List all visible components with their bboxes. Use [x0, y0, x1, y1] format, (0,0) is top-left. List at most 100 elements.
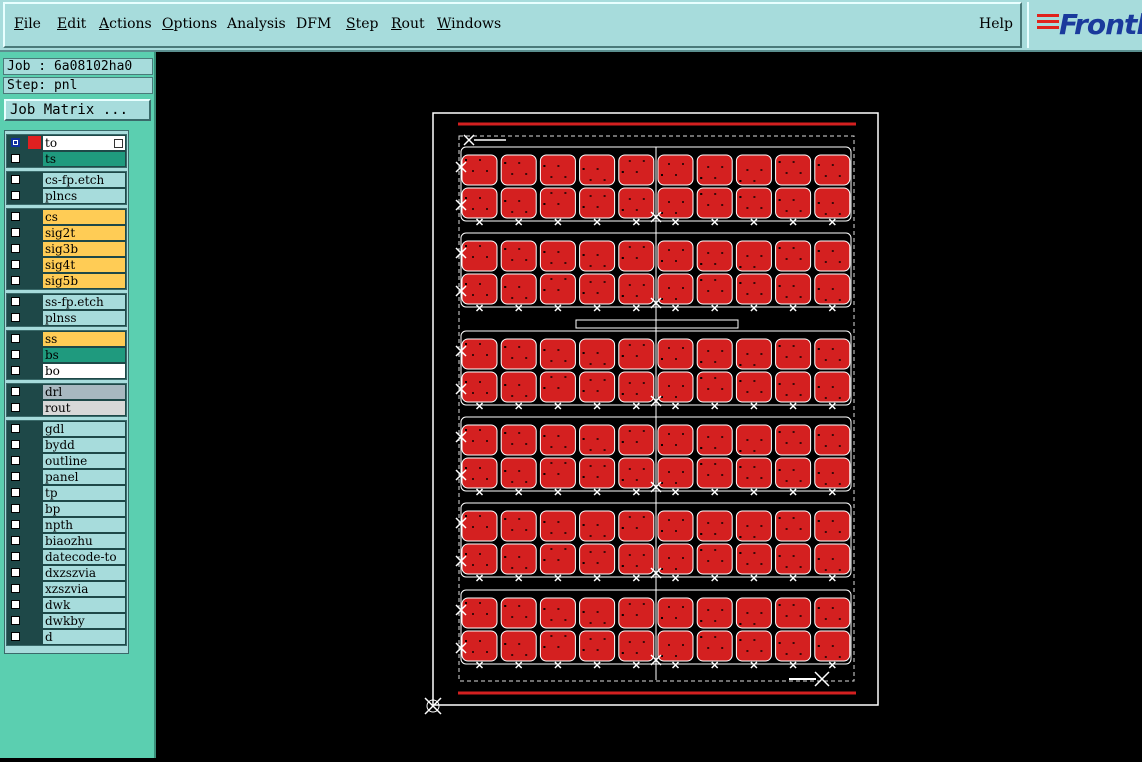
layer-row-datecode-to[interactable]: datecode-to: [7, 549, 128, 565]
menu-file[interactable]: File: [14, 16, 41, 32]
layer-row-ss[interactable]: ss: [7, 331, 128, 347]
layer-name[interactable]: bp: [43, 502, 125, 516]
layer-row-bo[interactable]: bo: [7, 363, 128, 379]
layer-checkbox[interactable]: [11, 552, 20, 561]
layer-checkbox[interactable]: [11, 584, 20, 593]
menu-actions[interactable]: Actions: [99, 16, 152, 32]
layer-checkbox[interactable]: [11, 520, 20, 529]
layer-name[interactable]: dwk: [43, 598, 125, 612]
layer-name[interactable]: sig5b: [43, 274, 125, 288]
layer-row-dxzszvia[interactable]: dxzszvia: [7, 565, 128, 581]
menu-dfm[interactable]: DFM: [296, 16, 331, 32]
layer-name[interactable]: drl: [43, 385, 125, 399]
layer-checkbox[interactable]: [11, 244, 20, 253]
layer-row-bydd[interactable]: bydd: [7, 437, 128, 453]
layer-name[interactable]: plncs: [43, 189, 125, 203]
layer-name[interactable]: ss-fp.etch: [43, 295, 125, 309]
menu-help[interactable]: Help: [979, 16, 1013, 32]
layer-checkbox[interactable]: [11, 366, 20, 375]
layer-checkbox[interactable]: [11, 456, 20, 465]
layer-name[interactable]: sig3b: [43, 242, 125, 256]
layer-name[interactable]: to: [43, 136, 125, 150]
layer-options-icon[interactable]: [114, 139, 123, 148]
layer-name[interactable]: xzszvia: [43, 582, 125, 596]
layer-row-plncs[interactable]: plncs: [7, 188, 128, 204]
graphics-canvas[interactable]: [156, 52, 1142, 758]
layer-checkbox[interactable]: [11, 334, 20, 343]
menu-analysis[interactable]: Analysis: [227, 16, 286, 32]
layer-row-dwk[interactable]: dwk: [7, 597, 128, 613]
layer-checkbox[interactable]: [11, 228, 20, 237]
layer-checkbox[interactable]: [11, 276, 20, 285]
layer-name[interactable]: dwkby: [43, 614, 125, 628]
layer-row-xzszvia[interactable]: xzszvia: [7, 581, 128, 597]
layer-checkbox[interactable]: [11, 536, 20, 545]
layer-checkbox[interactable]: [11, 600, 20, 609]
layer-checkbox[interactable]: [11, 350, 20, 359]
layer-name[interactable]: panel: [43, 470, 125, 484]
layer-row-bp[interactable]: bp: [7, 501, 128, 517]
layer-name[interactable]: tp: [43, 486, 125, 500]
layer-name[interactable]: rout: [43, 401, 125, 415]
layer-row-panel[interactable]: panel: [7, 469, 128, 485]
layer-name[interactable]: gdl: [43, 422, 125, 436]
layer-name[interactable]: npth: [43, 518, 125, 532]
layer-color-swatch[interactable]: [28, 136, 41, 149]
layer-checkbox[interactable]: [11, 191, 20, 200]
menu-edit[interactable]: Edit: [57, 16, 86, 32]
menu-options[interactable]: Options: [162, 16, 217, 32]
layer-checkbox[interactable]: [11, 504, 20, 513]
layer-checkbox[interactable]: [11, 440, 20, 449]
layer-name[interactable]: sig2t: [43, 226, 125, 240]
layer-checkbox[interactable]: [11, 154, 20, 163]
layer-name[interactable]: ts: [43, 152, 125, 166]
layer-row-d[interactable]: d: [7, 629, 128, 645]
layer-row-tp[interactable]: tp: [7, 485, 128, 501]
layer-row-npth[interactable]: npth: [7, 517, 128, 533]
layer-row-cs[interactable]: cs: [7, 209, 128, 225]
layer-row-bs[interactable]: bs: [7, 347, 128, 363]
layer-name[interactable]: ss: [43, 332, 125, 346]
layer-row-sig4t[interactable]: sig4t: [7, 257, 128, 273]
layer-name[interactable]: outline: [43, 454, 125, 468]
layer-checkbox[interactable]: [11, 313, 20, 322]
layer-row-ts[interactable]: ts: [7, 151, 128, 167]
menu-step[interactable]: Step: [346, 16, 378, 32]
layer-row-gdl[interactable]: gdl: [7, 421, 128, 437]
layer-row-ss-fp.etch[interactable]: ss-fp.etch: [7, 294, 128, 310]
layer-checkbox[interactable]: [11, 138, 20, 147]
layer-row-drl[interactable]: drl: [7, 384, 128, 400]
layer-checkbox[interactable]: [11, 632, 20, 641]
layer-checkbox[interactable]: [11, 472, 20, 481]
layer-name[interactable]: bs: [43, 348, 125, 362]
layer-row-rout[interactable]: rout: [7, 400, 128, 416]
layer-checkbox[interactable]: [11, 387, 20, 396]
layer-row-biaozhu[interactable]: biaozhu: [7, 533, 128, 549]
layer-row-sig2t[interactable]: sig2t: [7, 225, 128, 241]
layer-name[interactable]: biaozhu: [43, 534, 125, 548]
layer-name[interactable]: bydd: [43, 438, 125, 452]
layer-name[interactable]: sig4t: [43, 258, 125, 272]
layer-name[interactable]: datecode-to: [43, 550, 125, 564]
layer-checkbox[interactable]: [11, 175, 20, 184]
layer-row-cs-fp.etch[interactable]: cs-fp.etch: [7, 172, 128, 188]
layer-row-dwkby[interactable]: dwkby: [7, 613, 128, 629]
layer-row-plnss[interactable]: plnss: [7, 310, 128, 326]
layer-checkbox[interactable]: [11, 488, 20, 497]
layer-name[interactable]: bo: [43, 364, 125, 378]
menu-windows[interactable]: Windows: [437, 16, 501, 32]
layer-checkbox[interactable]: [11, 297, 20, 306]
layer-name[interactable]: dxzszvia: [43, 566, 125, 580]
layer-row-sig3b[interactable]: sig3b: [7, 241, 128, 257]
layer-name[interactable]: cs-fp.etch: [43, 173, 125, 187]
layer-checkbox[interactable]: [11, 212, 20, 221]
layer-row-to[interactable]: to: [7, 135, 128, 151]
job-matrix-button[interactable]: Job Matrix ...: [4, 99, 151, 121]
layer-checkbox[interactable]: [11, 260, 20, 269]
layer-checkbox[interactable]: [11, 616, 20, 625]
layer-row-sig5b[interactable]: sig5b: [7, 273, 128, 289]
layer-row-outline[interactable]: outline: [7, 453, 128, 469]
layer-checkbox[interactable]: [11, 403, 20, 412]
layer-name[interactable]: cs: [43, 210, 125, 224]
menu-rout[interactable]: Rout: [391, 16, 425, 32]
